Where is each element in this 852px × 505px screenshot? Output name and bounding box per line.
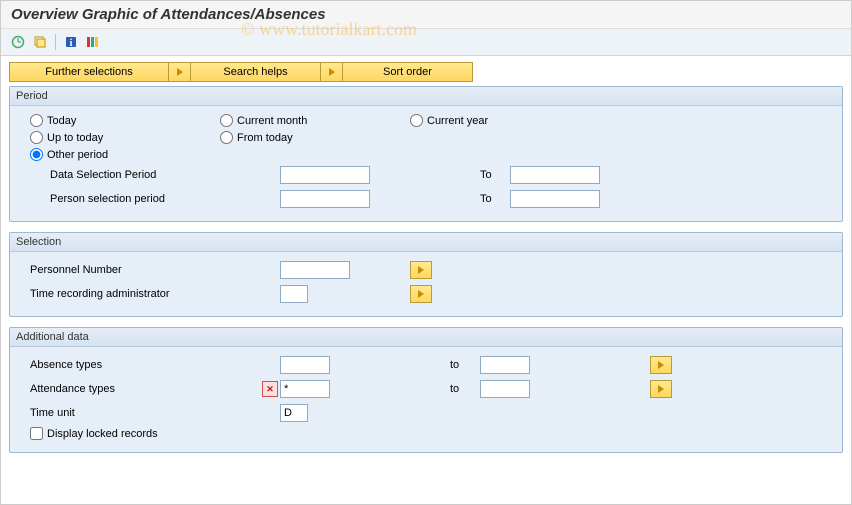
- radio-current-year[interactable]: Current year: [410, 114, 560, 127]
- time-admin-input[interactable]: [280, 285, 308, 303]
- execute-icon[interactable]: [9, 33, 27, 51]
- variant-icon[interactable]: [31, 33, 49, 51]
- selection-buttons: Further selections Search helps Sort ord…: [1, 56, 851, 86]
- sort-order-button[interactable]: Sort order: [343, 62, 473, 82]
- radio-other-period-label: Other period: [47, 149, 108, 161]
- attendance-multi-button[interactable]: [650, 380, 672, 398]
- radio-from-today-label: From today: [237, 132, 293, 144]
- radio-today[interactable]: Today: [30, 114, 180, 127]
- absence-from-input[interactable]: [280, 356, 330, 374]
- arrow-right-icon: [177, 68, 183, 76]
- info-icon[interactable]: i: [62, 33, 80, 51]
- time-admin-multi-button[interactable]: [410, 285, 432, 303]
- person-selection-to-input[interactable]: [510, 190, 600, 208]
- page-title: Overview Graphic of Attendances/Absences: [11, 6, 841, 23]
- attendance-from-input[interactable]: [280, 380, 330, 398]
- data-selection-period-label: Data Selection Period: [50, 169, 280, 181]
- radio-current-year-label: Current year: [427, 115, 488, 127]
- selection-group: Selection Personnel Number Time recordin…: [9, 232, 843, 317]
- person-selection-period-label: Person selection period: [50, 193, 280, 205]
- radio-up-to-today-label: Up to today: [47, 132, 103, 144]
- radio-up-to-today-input[interactable]: [30, 131, 43, 144]
- error-icon: ✕: [262, 381, 278, 397]
- additional-group: Additional data Absence types to Attenda…: [9, 327, 843, 453]
- arrow-right-icon: [418, 290, 424, 298]
- display-locked-checkbox[interactable]: [30, 427, 43, 440]
- radio-other-period-input[interactable]: [30, 148, 43, 161]
- further-selections-button[interactable]: Further selections: [9, 62, 169, 82]
- arrow-right-icon: [658, 361, 664, 369]
- arrow-right-icon: [418, 266, 424, 274]
- time-unit-label: Time unit: [30, 407, 280, 419]
- person-selection-from-input[interactable]: [280, 190, 370, 208]
- to-label: to: [450, 359, 480, 371]
- radio-from-today-input[interactable]: [220, 131, 233, 144]
- search-help-arrow[interactable]: [169, 62, 191, 82]
- title-bar: Overview Graphic of Attendances/Absences: [1, 1, 851, 29]
- app-toolbar: i: [1, 29, 851, 56]
- data-selection-from-input[interactable]: [280, 166, 370, 184]
- arrow-right-icon: [329, 68, 335, 76]
- period-group-title: Period: [10, 87, 842, 106]
- to-label: to: [450, 383, 480, 395]
- absence-multi-button[interactable]: [650, 356, 672, 374]
- arrow-right-icon: [658, 385, 664, 393]
- radio-today-input[interactable]: [30, 114, 43, 127]
- display-locked-label: Display locked records: [47, 428, 158, 440]
- personnel-number-input[interactable]: [280, 261, 350, 279]
- toolbar-separator: [55, 34, 56, 50]
- radio-current-month-label: Current month: [237, 115, 307, 127]
- to-label: To: [480, 169, 510, 181]
- legend-icon[interactable]: [84, 33, 102, 51]
- period-group: Period Today Current month Current year …: [9, 86, 843, 222]
- personnel-number-multi-button[interactable]: [410, 261, 432, 279]
- data-selection-to-input[interactable]: [510, 166, 600, 184]
- radio-today-label: Today: [47, 115, 76, 127]
- radio-current-month-input[interactable]: [220, 114, 233, 127]
- absence-to-input[interactable]: [480, 356, 530, 374]
- radio-up-to-today[interactable]: Up to today: [30, 131, 180, 144]
- personnel-number-label: Personnel Number: [30, 264, 280, 276]
- attendance-to-input[interactable]: [480, 380, 530, 398]
- absence-types-label: Absence types: [30, 359, 280, 371]
- further-selections-label: Further selections: [45, 66, 132, 78]
- svg-text:i: i: [70, 38, 73, 49]
- radio-current-month[interactable]: Current month: [220, 114, 370, 127]
- sort-order-label: Sort order: [383, 66, 432, 78]
- radio-other-period[interactable]: Other period: [30, 148, 180, 161]
- radio-from-today[interactable]: From today: [220, 131, 370, 144]
- search-helps-label: Search helps: [223, 66, 287, 78]
- selection-group-title: Selection: [10, 233, 842, 252]
- radio-current-year-input[interactable]: [410, 114, 423, 127]
- search-helps-button[interactable]: Search helps: [191, 62, 321, 82]
- time-admin-label: Time recording administrator: [30, 288, 280, 300]
- time-unit-input[interactable]: [280, 404, 308, 422]
- additional-group-title: Additional data: [10, 328, 842, 347]
- sort-order-arrow[interactable]: [321, 62, 343, 82]
- to-label: To: [480, 193, 510, 205]
- attendance-types-label: Attendance types: [30, 383, 262, 395]
